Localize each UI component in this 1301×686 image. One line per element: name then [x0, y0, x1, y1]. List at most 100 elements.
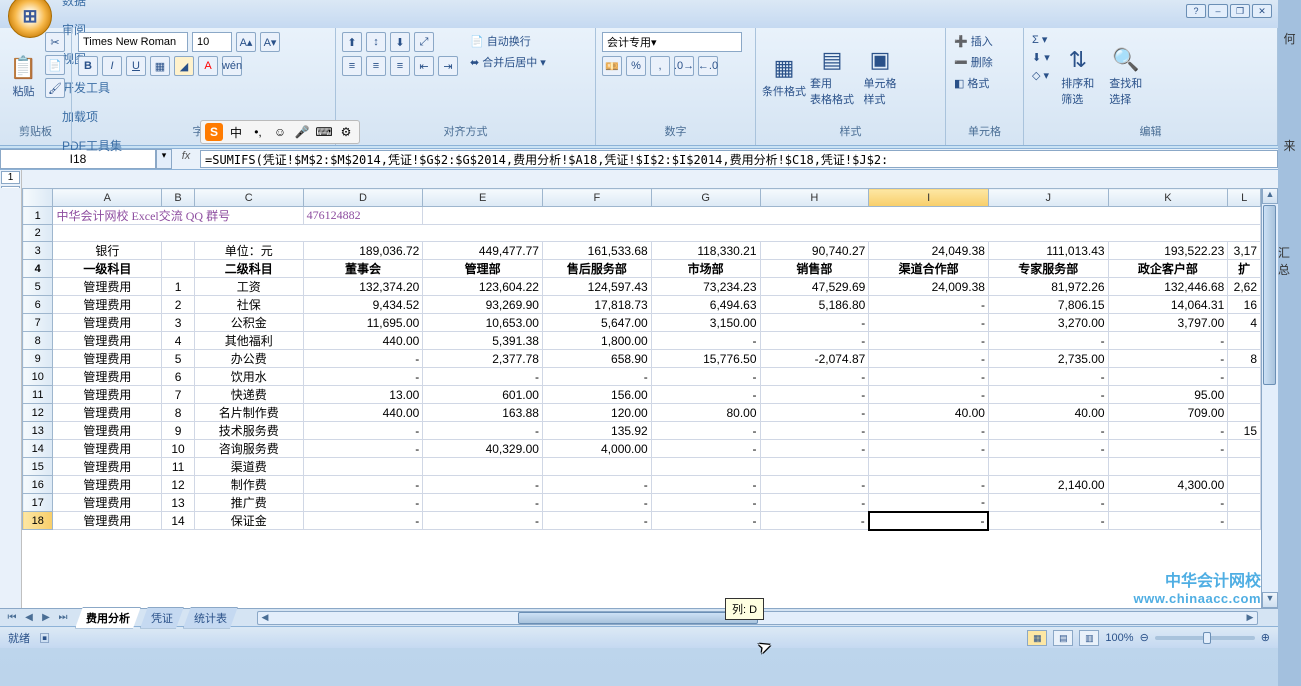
cell-H7[interactable]: -	[760, 314, 869, 332]
cell-J17[interactable]: -	[988, 494, 1108, 512]
cell-H17[interactable]: -	[760, 494, 869, 512]
cell-L10[interactable]	[1228, 368, 1261, 386]
cell-E11[interactable]: 601.00	[423, 386, 543, 404]
cell-I15[interactable]	[869, 458, 989, 476]
cell-D15[interactable]	[303, 458, 423, 476]
cell-I10[interactable]: -	[869, 368, 989, 386]
percent-button[interactable]: %	[626, 56, 646, 76]
cell-D17[interactable]: -	[303, 494, 423, 512]
cell-J10[interactable]: -	[988, 368, 1108, 386]
ime-settings-button[interactable]: ⚙	[337, 123, 355, 141]
cell-H9[interactable]: -2,074.87	[760, 350, 869, 368]
cell-J14[interactable]: -	[988, 440, 1108, 458]
shrink-font-button[interactable]: A▾	[260, 32, 280, 52]
cell-L9[interactable]: 8	[1228, 350, 1261, 368]
underline-button[interactable]: U	[126, 56, 146, 76]
cell-I13[interactable]: -	[869, 422, 989, 440]
font-size-combo[interactable]: 10	[192, 32, 232, 52]
zoom-out-button[interactable]: ⊖	[1140, 631, 1149, 644]
cell-L7[interactable]: 4	[1228, 314, 1261, 332]
col-header-H[interactable]: H	[760, 189, 869, 207]
cell-H13[interactable]: -	[760, 422, 869, 440]
cell-F12[interactable]: 120.00	[542, 404, 651, 422]
cell-B16[interactable]: 12	[162, 476, 195, 494]
tab-nav-last[interactable]: ⏭	[55, 612, 71, 623]
cell-G7[interactable]: 3,150.00	[651, 314, 760, 332]
cell-D18[interactable]: -	[303, 512, 423, 530]
minimize-button[interactable]: –	[1208, 4, 1228, 18]
header-cell-4[interactable]: 管理部	[423, 260, 543, 278]
row-header-18[interactable]: 18	[23, 512, 53, 530]
font-name-combo[interactable]: Times New Roman	[78, 32, 188, 52]
merge-center-button[interactable]: ⬌ 合并后居中 ▾	[468, 53, 548, 71]
sheet-tab-2[interactable]: 统计表	[183, 607, 238, 629]
col-header-E[interactable]: E	[423, 189, 543, 207]
cell-L12[interactable]	[1228, 404, 1261, 422]
cell-D5[interactable]: 132,374.20	[303, 278, 423, 296]
cell-F18[interactable]: -	[542, 512, 651, 530]
cell-E9[interactable]: 2,377.78	[423, 350, 543, 368]
ime-toolbar[interactable]: S 中 •, ☺ 🎤 ⌨ ⚙	[200, 120, 360, 144]
cell-E13[interactable]: -	[423, 422, 543, 440]
col-header-C[interactable]: C	[194, 189, 303, 207]
header-cell-10[interactable]: 政企客户部	[1108, 260, 1228, 278]
cell-A17[interactable]: 管理费用	[53, 494, 162, 512]
cell-A18[interactable]: 管理费用	[53, 512, 162, 530]
cell-G9[interactable]: 15,776.50	[651, 350, 760, 368]
zoom-level[interactable]: 100%	[1105, 632, 1133, 644]
ime-voice-button[interactable]: 🎤	[293, 123, 311, 141]
cell-D1[interactable]: 476124882	[303, 207, 423, 225]
row-header-7[interactable]: 7	[23, 314, 53, 332]
cell-K3[interactable]: 193,522.23	[1108, 242, 1228, 260]
cell-B8[interactable]: 4	[162, 332, 195, 350]
cell-K12[interactable]: 709.00	[1108, 404, 1228, 422]
cell-B10[interactable]: 6	[162, 368, 195, 386]
cell-E16[interactable]: -	[423, 476, 543, 494]
col-header-G[interactable]: G	[651, 189, 760, 207]
cell-A7[interactable]: 管理费用	[53, 314, 162, 332]
cell-C16[interactable]: 制作费	[194, 476, 303, 494]
row-header-16[interactable]: 16	[23, 476, 53, 494]
cell-B12[interactable]: 8	[162, 404, 195, 422]
table-format-button[interactable]: ▤套用 表格格式	[810, 32, 854, 121]
row-header-14[interactable]: 14	[23, 440, 53, 458]
cell-C10[interactable]: 饮用水	[194, 368, 303, 386]
row-header-1[interactable]: 1	[23, 207, 53, 225]
cell-A16[interactable]: 管理费用	[53, 476, 162, 494]
cell-K6[interactable]: 14,064.31	[1108, 296, 1228, 314]
cell-E5[interactable]: 123,604.22	[423, 278, 543, 296]
cell-G8[interactable]: -	[651, 332, 760, 350]
cell-G3[interactable]: 118,330.21	[651, 242, 760, 260]
row-header-17[interactable]: 17	[23, 494, 53, 512]
cell-A11[interactable]: 管理费用	[53, 386, 162, 404]
restore-button[interactable]: ❐	[1230, 4, 1250, 18]
header-cell-11[interactable]: 扩	[1228, 260, 1261, 278]
cell-J7[interactable]: 3,270.00	[988, 314, 1108, 332]
cell-D10[interactable]: -	[303, 368, 423, 386]
number-format-combo[interactable]: 会计专用 ▾	[602, 32, 742, 52]
row-header-15[interactable]: 15	[23, 458, 53, 476]
cell-J6[interactable]: 7,806.15	[988, 296, 1108, 314]
row-header-3[interactable]: 3	[23, 242, 53, 260]
bold-button[interactable]: B	[78, 56, 98, 76]
cell-K7[interactable]: 3,797.00	[1108, 314, 1228, 332]
cell-J12[interactable]: 40.00	[988, 404, 1108, 422]
zoom-in-button[interactable]: ⊕	[1261, 631, 1270, 644]
cell-C15[interactable]: 渠道费	[194, 458, 303, 476]
header-cell-5[interactable]: 售后服务部	[542, 260, 651, 278]
cell-K17[interactable]: -	[1108, 494, 1228, 512]
col-header-I[interactable]: I	[869, 189, 989, 207]
cell-K15[interactable]	[1108, 458, 1228, 476]
cell-J11[interactable]: -	[988, 386, 1108, 404]
cell-K10[interactable]: -	[1108, 368, 1228, 386]
name-box-dropdown[interactable]: ▾	[156, 149, 172, 169]
cell-J16[interactable]: 2,140.00	[988, 476, 1108, 494]
cell-C11[interactable]: 快递费	[194, 386, 303, 404]
cell-E7[interactable]: 10,653.00	[423, 314, 543, 332]
cell-A12[interactable]: 管理费用	[53, 404, 162, 422]
orientation-button[interactable]: ⤢	[414, 32, 434, 52]
cell-D9[interactable]: -	[303, 350, 423, 368]
cell-B15[interactable]: 11	[162, 458, 195, 476]
cell-E18[interactable]: -	[423, 512, 543, 530]
cell-K5[interactable]: 132,446.68	[1108, 278, 1228, 296]
